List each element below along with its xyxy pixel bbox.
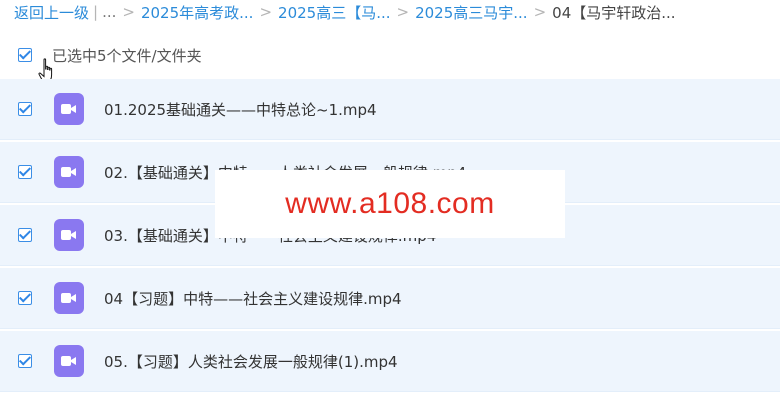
breadcrumb-current: 04【马宇轩政治... (552, 3, 676, 22)
select-all-checkbox[interactable] (18, 48, 32, 62)
video-file-icon (54, 345, 84, 377)
breadcrumb-separator: > (122, 3, 135, 21)
breadcrumb-divider: | (93, 3, 99, 21)
breadcrumb: 返回上一级 | ... > 2025年高考政... > 2025高三【马... … (14, 0, 774, 24)
watermark-text: www.a108.com (285, 187, 495, 220)
video-file-icon (54, 219, 84, 251)
breadcrumb-separator: > (533, 3, 547, 21)
file-checkbox[interactable] (18, 102, 32, 116)
file-checkbox[interactable] (18, 228, 32, 242)
file-checkbox[interactable] (18, 291, 32, 305)
file-name[interactable]: 04【习题】中特——社会主义建设规律.mp4 (104, 288, 402, 309)
file-name[interactable]: 05.【习题】人类社会发展一般规律(1).mp4 (104, 351, 398, 372)
file-row[interactable]: 01.2025基础通关——中特总论~1.mp4 (0, 79, 780, 140)
select-all-bar: 已选中5个文件/文件夹 (0, 36, 780, 74)
file-row[interactable]: 05.【习题】人类社会发展一般规律(1).mp4 (0, 331, 780, 392)
selection-count-label: 已选中5个文件/文件夹 (52, 46, 202, 65)
file-row[interactable]: 04【习题】中特——社会主义建设规律.mp4 (0, 268, 780, 329)
breadcrumb-back-link[interactable]: 返回上一级 (14, 2, 89, 23)
video-file-icon (54, 93, 84, 125)
file-checkbox[interactable] (18, 165, 32, 179)
breadcrumb-item-3[interactable]: 2025高三马宇... (415, 2, 527, 23)
video-file-icon (54, 156, 84, 188)
breadcrumb-separator: > (396, 3, 410, 21)
file-name[interactable]: 01.2025基础通关——中特总论~1.mp4 (104, 99, 377, 120)
watermark-overlay: www.a108.com (215, 170, 565, 238)
breadcrumb-separator: > (259, 3, 273, 21)
file-checkbox[interactable] (18, 354, 32, 368)
breadcrumb-ellipsis[interactable]: ... (102, 3, 116, 21)
breadcrumb-item-1[interactable]: 2025年高考政... (141, 2, 253, 23)
breadcrumb-item-2[interactable]: 2025高三【马... (278, 2, 390, 23)
video-file-icon (54, 282, 84, 314)
